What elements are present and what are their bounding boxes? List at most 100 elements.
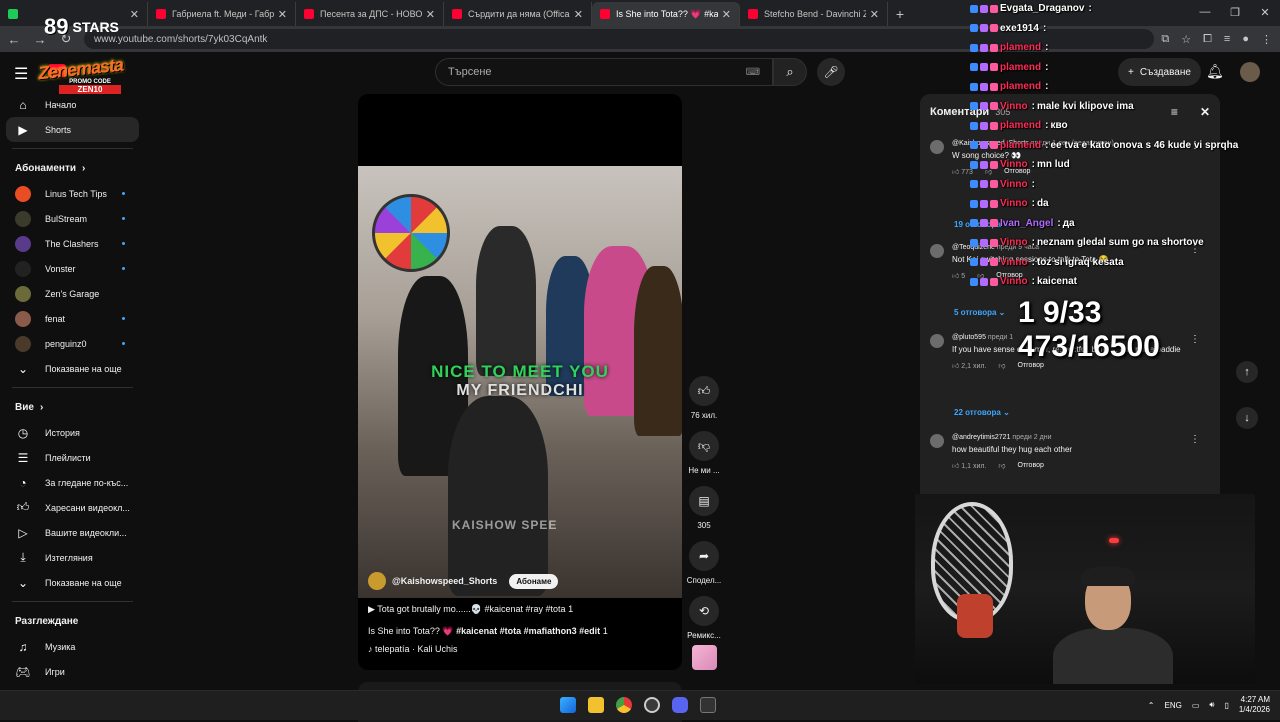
sidebar-item[interactable]: ▷ Вашите видеокли...: [0, 520, 145, 545]
show-more-button[interactable]: ⌄ Показване на още: [0, 570, 145, 595]
browser-tab[interactable]: Stefcho Bend - Davinchi Zakon ✕: [740, 2, 888, 26]
tab-close-icon[interactable]: ✕: [870, 8, 879, 21]
sidebar-item[interactable]: Vonster: [0, 256, 145, 281]
sidebar-item[interactable]: The Clashers: [0, 231, 145, 256]
file-explorer-icon[interactable]: [588, 697, 604, 713]
windows-start-icon[interactable]: [560, 697, 576, 713]
browser-tab[interactable]: Сърдити да няма (Offical AI An ✕: [444, 2, 592, 26]
minimize-icon[interactable]: —: [1190, 0, 1220, 24]
profile-icon[interactable]: ●: [1242, 33, 1249, 46]
comment-dislike-icon[interactable]: 👎︎: [998, 361, 1005, 370]
dislike-button[interactable]: 👎︎ Не ми ...: [684, 431, 724, 475]
commenter-avatar[interactable]: [930, 334, 944, 348]
tab-search-icon[interactable]: ≡: [1224, 33, 1230, 46]
browser-tab[interactable]: Песента за ДПС - НОВО НАЧА ✕: [296, 2, 444, 26]
sidebar-item[interactable]: 🎮︎ Игри: [0, 659, 145, 684]
account-avatar[interactable]: [1240, 62, 1260, 82]
sound-thumbnail[interactable]: [692, 645, 717, 670]
commenter-avatar[interactable]: [930, 140, 944, 154]
comment-like-button[interactable]: 👍︎ 2,1 хил.: [952, 361, 986, 370]
chat-badge-icon: [990, 121, 998, 130]
back-icon[interactable]: ←: [6, 32, 22, 47]
subscribe-button[interactable]: Абонаме: [509, 573, 559, 589]
video-caption-green: NICE TO MEET YOU: [431, 362, 609, 381]
channel-name[interactable]: @Kaishowspeed_Shorts: [392, 576, 497, 586]
terminal-icon[interactable]: [700, 697, 716, 713]
sidebar-item[interactable]: 👍︎ Харесани видеокл...: [0, 495, 145, 520]
sidebar-section-header[interactable]: Абонаменти ›: [0, 155, 145, 181]
system-clock[interactable]: 4:27 AM 1/4/2026: [1239, 695, 1270, 715]
sidebar-item[interactable]: ☰ Плейлисти: [0, 445, 145, 470]
sort-icon[interactable]: ≡: [1171, 105, 1178, 119]
maximize-icon[interactable]: ❐: [1220, 0, 1250, 24]
music-note-icon: ♪: [368, 644, 373, 654]
video-music[interactable]: ♪ telepatía · Kali Uchis: [368, 644, 458, 654]
comment-like-button[interactable]: 👍︎ 1,1 хил.: [952, 461, 986, 470]
search-button[interactable]: ⌕: [773, 58, 807, 86]
tab-close-icon[interactable]: ✕: [426, 8, 435, 21]
more-options-icon[interactable]: ⋮: [1190, 434, 1200, 445]
chevron-up-icon[interactable]: ⌃: [1148, 701, 1155, 710]
new-tab-icon[interactable]: +: [888, 2, 912, 26]
video-description[interactable]: Is She into Tota?? 💗 #kaicenat #tota #ma…: [368, 626, 608, 637]
language-indicator[interactable]: ENG: [1165, 701, 1182, 710]
keyboard-icon[interactable]: ⌨: [746, 67, 760, 78]
channel-avatar[interactable]: [368, 572, 386, 590]
search-input[interactable]: Търсене ⌨: [435, 58, 773, 86]
extensions-icon[interactable]: ⧠: [1203, 33, 1212, 46]
comment-like-button[interactable]: 👍︎ 5: [952, 271, 965, 280]
next-short-button[interactable]: ↓: [1236, 407, 1258, 429]
install-icon[interactable]: ⧉: [1161, 33, 1169, 46]
voice-search-button[interactable]: 🎤︎: [817, 58, 845, 86]
share-button[interactable]: ➦ Сподел...: [684, 541, 724, 585]
sidebar-item[interactable]: ◷ История: [0, 420, 145, 445]
show-more-button[interactable]: ⌄ Показване на още: [0, 356, 145, 381]
tab-close-icon[interactable]: ✕: [574, 8, 583, 21]
remix-button[interactable]: ⟲ Ремикс...: [684, 596, 724, 640]
commenter-avatar[interactable]: [930, 244, 944, 258]
view-replies-button[interactable]: 22 отговора ⌄: [954, 408, 1010, 417]
commenter-avatar[interactable]: [930, 434, 944, 448]
sidebar-item[interactable]: ♫ Музика: [0, 634, 145, 659]
sidebar-item[interactable]: ◔ За гледане по-къс...: [0, 470, 145, 495]
previous-short-button[interactable]: ↑: [1236, 361, 1258, 383]
view-replies-button[interactable]: 5 отговора ⌄: [954, 308, 1005, 317]
section-title: Разглеждане: [15, 615, 79, 627]
battery-icon[interactable]: ▯: [1224, 701, 1228, 710]
create-button[interactable]: + Създаване: [1118, 58, 1201, 86]
tab-close-icon[interactable]: ✕: [722, 8, 731, 21]
chat-badge-icon: [980, 277, 988, 286]
close-window-icon[interactable]: ✕: [1250, 0, 1280, 24]
video-title-row[interactable]: ▶ Tota got brutally mo......💀 #kaicenat …: [368, 604, 573, 615]
sidebar-item[interactable]: Linus Tech Tips: [0, 181, 145, 206]
like-button[interactable]: 👍︎ 76 хил.: [684, 376, 724, 420]
chat-message: Vinno:: [970, 179, 1037, 190]
comment-author[interactable]: @pluto595: [952, 334, 986, 341]
chrome-icon[interactable]: [616, 697, 632, 713]
browser-tab[interactable]: Габриела ft. Меди - Габриела ✕: [148, 2, 296, 26]
sidebar-item[interactable]: BulStream: [0, 206, 145, 231]
comment-author[interactable]: @andreytimis2721: [952, 434, 1010, 441]
discord-icon[interactable]: [672, 697, 688, 713]
sidebar-item[interactable]: ⤓ Изтегляния: [0, 545, 145, 570]
sidebar-section-header[interactable]: Вие ›: [0, 394, 145, 420]
more-options-icon[interactable]: ⋮: [1190, 334, 1200, 345]
hamburger-menu-icon[interactable]: ☰: [14, 64, 28, 84]
comments-button[interactable]: ▤ 305: [684, 486, 724, 530]
sidebar-item[interactable]: ▶ Shorts: [6, 117, 139, 142]
network-icon[interactable]: ▭: [1192, 701, 1200, 710]
sidebar-item[interactable]: Zen's Garage: [0, 281, 145, 306]
menu-icon[interactable]: ⋮: [1261, 33, 1272, 46]
volume-icon[interactable]: 🔊︎: [1209, 700, 1214, 710]
browser-tab[interactable]: Is She into Tota?? 💗 #kai ✕: [592, 2, 740, 26]
bookmark-star-icon[interactable]: ☆: [1181, 33, 1191, 46]
notifications-bell-icon[interactable]: 🔔︎: [1206, 63, 1224, 80]
shorts-video-player[interactable]: NICE TO MEET YOU MY FRIENDCHI KAISHOW SP…: [358, 94, 682, 670]
close-icon[interactable]: ✕: [1200, 105, 1210, 119]
tab-close-icon[interactable]: ✕: [278, 8, 287, 21]
sidebar-item[interactable]: penguinz0: [0, 331, 145, 356]
comment-reply-button[interactable]: Отговор: [1018, 462, 1044, 469]
obs-icon[interactable]: [644, 697, 660, 713]
sidebar-item[interactable]: fenat: [0, 306, 145, 331]
comment-dislike-icon[interactable]: 👎︎: [998, 461, 1005, 470]
